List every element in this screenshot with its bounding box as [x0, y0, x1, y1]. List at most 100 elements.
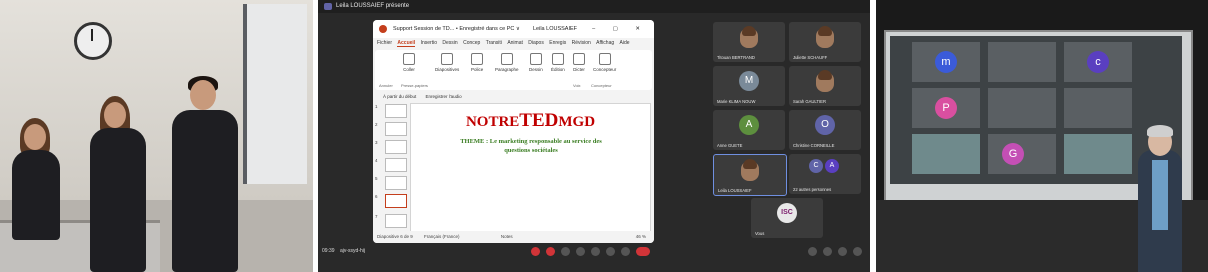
participant-tile[interactable]: A Anne GUETE — [713, 110, 785, 150]
slide-thumbnail[interactable] — [385, 176, 407, 190]
tab-aide[interactable]: Aide — [620, 40, 630, 46]
participant-name: Anne GUETE — [717, 143, 743, 148]
present-icon[interactable] — [606, 247, 615, 256]
tab-diaporama[interactable]: Diapos — [528, 40, 544, 46]
powerpoint-titlebar: Support Session de TD... • Enregistré da… — [373, 20, 654, 38]
student-3-head — [190, 80, 216, 110]
thumb-number: 5 — [375, 176, 378, 181]
zoom-level[interactable]: 46 % — [636, 231, 646, 243]
projected-avatar: P — [935, 97, 957, 119]
participant-name: Vous — [755, 231, 765, 236]
teams-logo-icon — [324, 3, 332, 10]
tab-transitions[interactable]: Transiti — [486, 40, 502, 46]
participant-avatar: C — [809, 159, 823, 173]
participant-tile[interactable]: Titouan BERTRAND — [713, 22, 785, 62]
tab-conception[interactable]: Concep — [463, 40, 480, 46]
language-indicator[interactable]: Français (France) — [424, 234, 460, 239]
projected-tile — [1064, 134, 1132, 174]
tab-revision[interactable]: Révision — [572, 40, 591, 46]
presenter-label: Leila LOUSSAIEF présente — [336, 3, 410, 9]
participant-name: Christine CORNEILLE — [793, 143, 835, 148]
speaker-hair — [1147, 125, 1173, 137]
thumb-number: 4 — [375, 158, 378, 163]
tab-insertion[interactable]: Insertio — [421, 40, 437, 46]
projected-avatar: m — [935, 51, 957, 73]
slide-thumbnail-selected[interactable] — [385, 194, 407, 208]
chat-icon[interactable] — [838, 247, 847, 256]
notes-button[interactable]: Notes — [501, 234, 513, 239]
participant-avatar: A — [739, 115, 759, 135]
participant-photo — [741, 159, 759, 181]
more-participants-tile[interactable]: C A 22 autres personnes — [789, 154, 861, 194]
info-icon[interactable] — [808, 247, 817, 256]
shapes-icon — [529, 53, 542, 65]
classroom-photo — [0, 0, 313, 272]
slide-thumbnail[interactable] — [385, 158, 407, 172]
participant-tile[interactable]: Sarah GAULTIER — [789, 66, 861, 106]
tab-enregistrer[interactable]: Enregis — [549, 40, 566, 46]
slide-canvas[interactable]: NOTRETEDMGD THEME : Le marketing respons… — [410, 103, 651, 233]
tab-affichage[interactable]: Affichag — [596, 40, 614, 46]
clipboard-icon — [403, 53, 415, 65]
record-audio-button[interactable]: Enregistrer l'audio — [426, 94, 462, 99]
raise-hand-icon[interactable] — [576, 247, 585, 256]
participant-tile[interactable]: O Christine CORNEILLE — [789, 110, 861, 150]
drawing-button[interactable]: Dessin — [529, 53, 543, 72]
participant-photo — [816, 70, 834, 92]
paragraph-button[interactable]: Paragraphe — [495, 53, 519, 72]
paste-button[interactable]: Coller — [403, 53, 415, 72]
slides-button[interactable]: Diapositives — [435, 53, 459, 72]
people-icon[interactable] — [823, 247, 832, 256]
designer-button[interactable]: Concepteur — [593, 53, 616, 72]
slide-counter: Diapositive 6 de 9 — [377, 234, 413, 239]
student-2-head — [104, 102, 126, 128]
dictate-button[interactable]: Dicter — [573, 53, 585, 72]
microphone-off-icon[interactable] — [531, 247, 540, 256]
play-from-start-button[interactable]: À partir du début — [383, 94, 416, 99]
thumb-number: 3 — [375, 140, 378, 145]
captions-icon[interactable] — [561, 247, 570, 256]
projected-tile — [1064, 88, 1132, 128]
tab-accueil[interactable]: Accueil — [397, 40, 416, 47]
emoji-icon[interactable] — [591, 247, 600, 256]
camera-off-icon[interactable] — [546, 247, 555, 256]
ribbon: Coller Diapositives Police Paragraphe De… — [375, 50, 652, 90]
speaker-scarf — [1152, 160, 1168, 230]
projected-tile: c — [1064, 42, 1132, 82]
leave-call-icon[interactable] — [636, 247, 650, 256]
participant-name: Leila LOUSSAIEF — [718, 188, 752, 193]
tab-animations[interactable]: Animat — [507, 40, 523, 46]
projected-tile: G — [988, 134, 1056, 174]
ribbon-tabs: Fichier Accueil Insertio Dessin Concep T… — [373, 38, 654, 49]
self-view-tile[interactable]: ISC Vous — [751, 198, 823, 238]
slide-thumbnail[interactable] — [385, 140, 407, 154]
window-controls[interactable]: – ▢ ✕ — [592, 20, 648, 38]
more-options-icon[interactable] — [621, 247, 630, 256]
ribbon-group-clipboard: Presse-papiers — [401, 83, 428, 88]
participant-tile[interactable]: M Marie KLIMA NOUW — [713, 66, 785, 106]
slide-thumbnail[interactable] — [385, 214, 407, 228]
activities-icon[interactable] — [853, 247, 862, 256]
font-button[interactable]: Police — [471, 53, 483, 72]
projected-tile: m — [912, 42, 980, 82]
tab-fichier[interactable]: Fichier — [377, 40, 392, 46]
participant-tile-active[interactable]: Leila LOUSSAIEF — [713, 154, 787, 196]
powerpoint-icon — [379, 25, 387, 33]
participant-photo — [816, 26, 834, 48]
ribbon-group-undo: Annuler — [379, 83, 393, 88]
editing-button[interactable]: Édition — [551, 53, 565, 72]
slide-thumbnail[interactable] — [385, 122, 407, 136]
ribbon-group-designer: Concepteur — [591, 83, 612, 88]
participant-tile[interactable]: Juliette SCHAUFF — [789, 22, 861, 62]
isc-logo: ISC — [777, 203, 797, 223]
participant-avatar: A — [825, 159, 839, 173]
projection-photo: m c P G — [876, 0, 1208, 272]
meeting-code: ajv-ssyd-hij — [340, 248, 366, 254]
student-1 — [12, 150, 60, 240]
slide-thumbnail[interactable] — [385, 104, 407, 118]
powerpoint-window[interactable]: Support Session de TD... • Enregistré da… — [373, 20, 654, 243]
tab-dessin[interactable]: Dessin — [442, 40, 457, 46]
projected-avatar: G — [1002, 143, 1024, 165]
projected-avatar: c — [1087, 51, 1109, 73]
status-bar: Diapositive 6 de 9 Français (France) Not… — [373, 231, 654, 243]
